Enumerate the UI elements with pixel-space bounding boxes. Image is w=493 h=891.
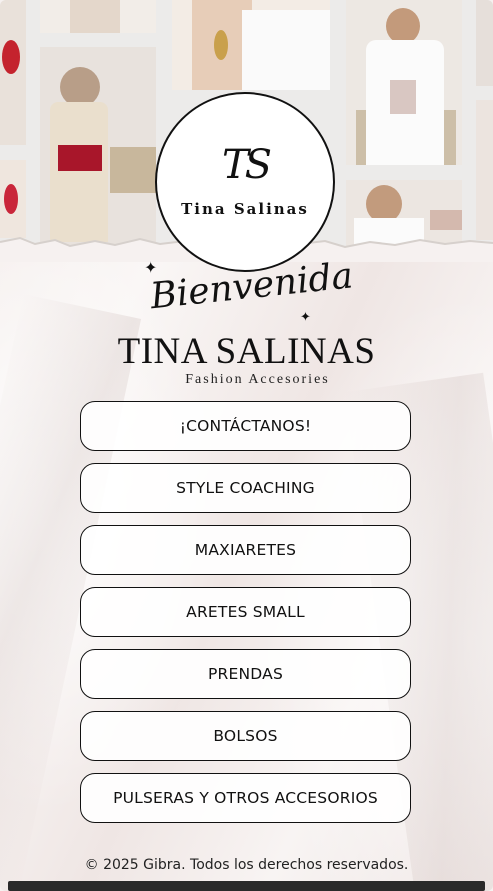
sparkle-icon: ✦ (300, 310, 311, 325)
brand-logo: TS Tina Salinas (155, 92, 335, 272)
photo-top-strip (40, 0, 156, 33)
brand-title: TINA SALINAS (117, 331, 376, 372)
style-coaching-button[interactable]: STYLE COACHING (80, 463, 411, 513)
pulseras-accesorios-button[interactable]: PULSERAS Y OTROS ACCESORIOS (80, 773, 411, 823)
aretes-small-button[interactable]: ARETES SMALL (80, 587, 411, 637)
link-page: TS Tina Salinas ✦ ✦ Bienvenida TINA SALI… (0, 0, 493, 891)
photo-right-edge (476, 0, 493, 86)
maxiaretes-button[interactable]: MAXIARETES (80, 525, 411, 575)
logo-monogram: TS (221, 142, 272, 188)
photo-earring-closeup (172, 0, 330, 90)
welcome-script: Bienvenida (148, 255, 355, 318)
logo-name: Tina Salinas (181, 200, 309, 218)
photo-earrings-left-2 (0, 160, 26, 238)
photo-earrings-left (0, 0, 26, 145)
photo-right-edge-2 (476, 100, 493, 240)
bolsos-button[interactable]: BOLSOS (80, 711, 411, 761)
contact-button[interactable]: ¡CONTÁCTANOS! (80, 401, 411, 451)
brand-tagline: Fashion Accesories (185, 372, 330, 387)
sparkle-icon: ✦ (144, 258, 158, 277)
footer-copyright: © 2025 Gibra. Todos los derechos reserva… (84, 857, 409, 873)
photo-red-belt-dress (40, 47, 156, 245)
bottom-bar (8, 881, 485, 891)
photo-white-shirt-bag (346, 0, 462, 165)
prendas-button[interactable]: PRENDAS (80, 649, 411, 699)
